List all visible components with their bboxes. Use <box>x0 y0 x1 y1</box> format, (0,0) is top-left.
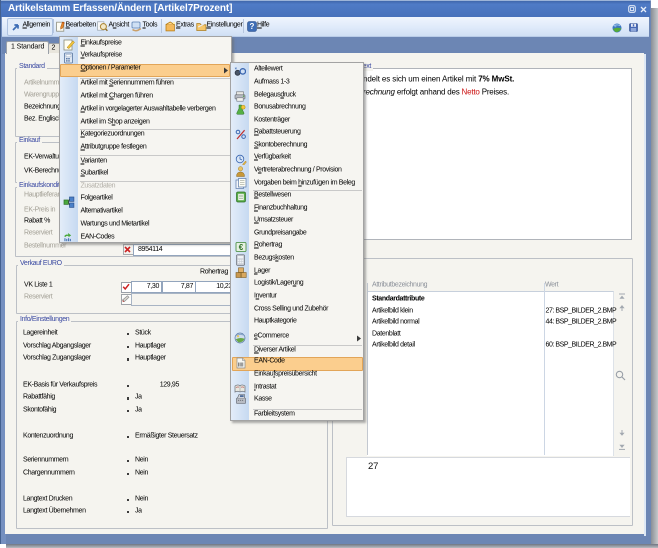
svg-text:?: ? <box>250 22 255 31</box>
svg-text:€: € <box>238 243 243 252</box>
